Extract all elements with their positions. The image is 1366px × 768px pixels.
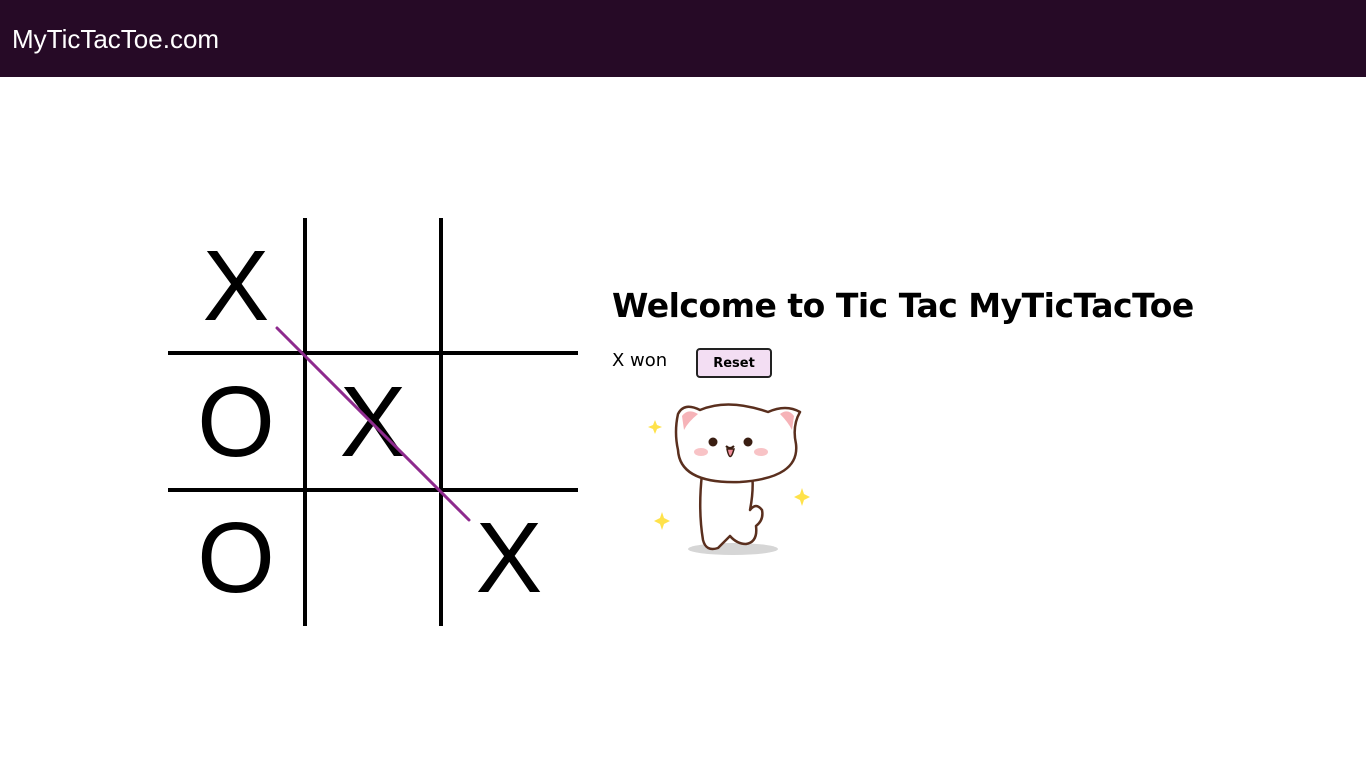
cell-0-2[interactable] [441,218,577,354]
cell-0-0[interactable]: X [168,218,304,354]
cell-1-2[interactable] [441,354,577,490]
cell-2-1[interactable] [305,490,441,626]
dancing-cat-icon [648,403,810,555]
cell-0-1[interactable] [305,218,441,354]
cell-1-0[interactable]: O [168,354,304,490]
brand-link[interactable]: MyTicTacToe.com [12,22,219,56]
navbar: MyTicTacToe.com [0,0,1366,77]
page-title: Welcome to Tic Tac MyTicTacToe [612,286,1194,325]
reset-button[interactable]: Reset [696,348,772,378]
game-board: X O X O X [168,218,578,626]
game-status: X won [612,350,668,371]
cell-2-2[interactable]: X [441,490,577,626]
cell-1-1[interactable]: X [305,354,441,490]
cell-2-0[interactable]: O [168,490,304,626]
